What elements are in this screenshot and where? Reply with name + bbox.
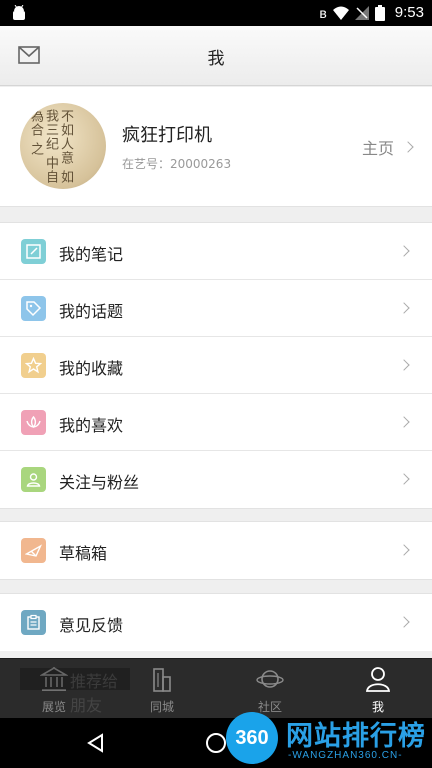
menu-item-feedback[interactable]: 意见反馈	[0, 594, 432, 651]
profile-card[interactable]: 不如人意 如我三纪 中自為合 之 疯狂打印机 在艺号：20000263 主页	[0, 87, 432, 207]
menu-group-drafts: 草稿箱	[0, 521, 432, 580]
tab-label: 同城	[149, 700, 174, 714]
clock: 9:53	[394, 4, 424, 21]
watermark: 360 网站排行榜 -WANGZHAN360.CN-	[226, 708, 432, 768]
menu-item-label: 我的收藏	[59, 359, 124, 378]
title-bar: 我	[0, 26, 432, 86]
menu-group-feedback: 意见反馈	[0, 593, 432, 651]
ghost-recommend-row: 推荐给朋友	[20, 668, 130, 715]
lotus-icon	[21, 410, 46, 435]
menu-item-my-notes[interactable]: 我的笔记	[0, 223, 432, 280]
avatar-calligraphy: 不如人意 如我三纪 中自為合 之	[28, 109, 73, 185]
profile-id: 在艺号：20000263	[122, 157, 232, 171]
user-icon	[21, 467, 46, 492]
menu-group-main: 我的笔记 我的话题 我的收藏 我的喜欢 关注与粉丝	[0, 222, 432, 509]
menu-item-my-topics[interactable]: 我的话题	[0, 280, 432, 337]
note-edit-icon	[21, 239, 46, 264]
status-bar: ʙ 9:53	[0, 0, 432, 26]
menu-item-label: 我的话题	[59, 302, 124, 321]
watermark-title: 网站排行榜	[286, 721, 426, 752]
wifi-icon	[332, 6, 349, 20]
menu-item-drafts[interactable]: 草稿箱	[0, 522, 432, 579]
person-icon	[365, 667, 391, 692]
menu-item-my-likes[interactable]: 我的喜欢	[0, 394, 432, 451]
back-icon[interactable]	[86, 733, 106, 753]
menu-item-my-favorites[interactable]: 我的收藏	[0, 337, 432, 394]
chevron-right-icon	[398, 359, 410, 371]
menu-item-label: 草稿箱	[59, 544, 108, 563]
menu-item-label: 关注与粉丝	[59, 473, 140, 492]
chevron-right-icon	[398, 616, 410, 628]
planet-icon	[256, 670, 284, 688]
profile-name: 疯狂打印机	[122, 125, 212, 146]
menu-item-follow-fans[interactable]: 关注与粉丝	[0, 451, 432, 508]
chevron-right-icon	[402, 141, 414, 153]
chevron-right-icon	[398, 302, 410, 314]
signal-icon	[354, 5, 369, 20]
chevron-right-icon	[398, 473, 410, 485]
bluetooth-icon: ʙ	[319, 4, 327, 21]
battery-icon	[374, 4, 385, 21]
menu-item-label: 我的喜欢	[59, 416, 124, 435]
star-icon	[21, 353, 46, 378]
paper-plane-icon	[21, 538, 46, 563]
homepage-label: 主页	[361, 139, 394, 158]
clipboard-icon	[21, 610, 46, 635]
homepage-link[interactable]: 主页	[361, 135, 414, 159]
menu-item-label: 我的笔记	[59, 245, 124, 264]
avatar[interactable]: 不如人意 如我三纪 中自為合 之	[20, 103, 106, 189]
android-icon	[13, 5, 25, 20]
chevron-right-icon	[398, 544, 410, 556]
watermark-subtitle: -WANGZHAN360.CN-	[288, 750, 403, 761]
chevron-right-icon	[398, 416, 410, 428]
tag-icon	[21, 296, 46, 321]
page-title: 我	[207, 49, 225, 69]
home-icon[interactable]	[206, 733, 226, 753]
watermark-logo: 360	[226, 712, 278, 764]
buildings-icon	[153, 668, 171, 692]
menu-item-label: 意见反馈	[59, 616, 124, 635]
chevron-right-icon	[398, 245, 410, 257]
